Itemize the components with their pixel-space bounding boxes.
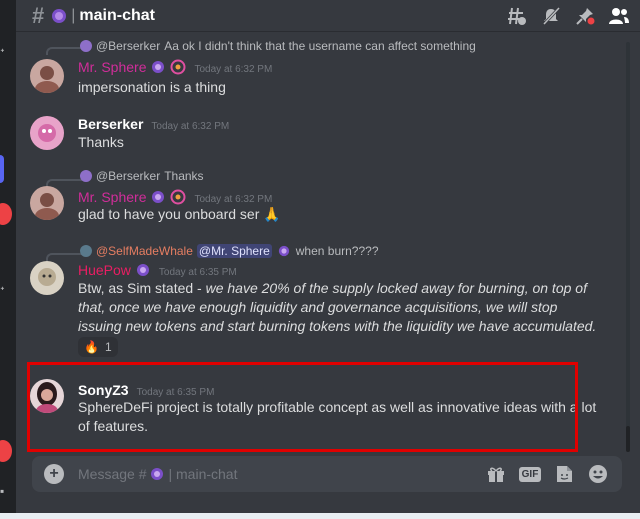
sphere-emoji-icon	[135, 262, 151, 278]
nitro-badge-icon	[170, 189, 186, 205]
server-selected-indicator	[0, 155, 4, 183]
message-input[interactable]: Message # | main-chat	[78, 466, 237, 482]
member-list-icon[interactable]	[608, 5, 630, 27]
message-composer[interactable]: + Message # | main-chat GIF	[32, 456, 622, 492]
reaction-count: 1	[104, 340, 112, 354]
notification-bell-muted-icon[interactable]	[540, 5, 562, 27]
reaction-chip[interactable]: 🔥 1	[78, 337, 118, 357]
placeholder-prefix: Message #	[78, 466, 147, 482]
rail-glyph: ▪	[0, 484, 5, 498]
avatar[interactable]	[30, 186, 64, 220]
reply-text: when burn????	[295, 244, 379, 258]
sphere-emoji-icon	[150, 59, 166, 75]
channel-name: main-chat	[79, 6, 155, 24]
reply-avatar	[80, 245, 92, 257]
hash-icon: #	[32, 2, 45, 28]
channel-header: # | main-chat	[16, 0, 640, 32]
message-content: Thanks	[78, 134, 124, 150]
server-rail: ᐩ ᐩ ▪	[0, 0, 16, 519]
fire-emoji-icon: 🔥	[84, 340, 99, 354]
gif-button[interactable]: GIF	[518, 462, 542, 486]
placeholder-channel: | main-chat	[168, 466, 238, 482]
message-timestamp: Today at 6:32 PM	[194, 194, 273, 205]
rail-glyph: ᐩ	[0, 284, 5, 298]
message-text: glad to have you onboard ser	[78, 206, 260, 222]
message-timestamp: Today at 6:35 PM	[158, 267, 237, 278]
attach-plus-icon[interactable]: +	[44, 464, 64, 484]
sticker-icon[interactable]	[552, 462, 576, 486]
rail-glyph: ᐩ	[0, 46, 5, 60]
reply-preview[interactable]: @Berserker Thanks	[80, 169, 204, 183]
message-author[interactable]: Mr. Sphere	[78, 189, 146, 205]
avatar[interactable]	[30, 261, 64, 295]
message-content: glad to have you onboard ser 🙏	[78, 205, 602, 224]
reply-avatar	[80, 40, 92, 52]
scrollbar-thumb[interactable]	[626, 426, 630, 452]
server-notification-badge[interactable]	[0, 203, 12, 225]
highlight-box	[27, 362, 578, 452]
reply-author[interactable]: @SelfMadeWhale	[96, 244, 193, 258]
sphere-emoji-icon	[150, 189, 166, 205]
reply-text: Thanks	[164, 169, 204, 183]
pin-icon[interactable]	[574, 5, 596, 27]
message-author[interactable]: HuePow	[78, 262, 131, 278]
message-author[interactable]: Berserker	[78, 116, 143, 132]
sphere-emoji-icon	[50, 7, 68, 25]
avatar[interactable]	[30, 116, 64, 150]
sphere-emoji-icon	[276, 243, 292, 259]
message-content: impersonation is a thing	[78, 79, 226, 95]
message-content: Btw, as Sim stated - we have 20% of the …	[78, 279, 602, 336]
reply-author[interactable]: @Berserker	[96, 169, 160, 183]
message-timestamp: Today at 6:32 PM	[194, 64, 273, 75]
avatar[interactable]	[30, 59, 64, 93]
threads-icon[interactable]	[506, 5, 528, 27]
reply-preview[interactable]: @SelfMadeWhale @Mr. Sphere when burn????	[80, 243, 379, 259]
pray-emoji-icon: 🙏	[263, 206, 281, 222]
gif-label: GIF	[518, 466, 542, 482]
reply-text: Aa ok I didn't think that the username c…	[164, 39, 476, 53]
bottom-strip	[0, 513, 640, 519]
message-text: Btw, as Sim stated -	[78, 280, 206, 296]
mention[interactable]: @Mr. Sphere	[196, 244, 272, 258]
message-author[interactable]: Mr. Sphere	[78, 59, 146, 75]
scrollbar-track[interactable]	[626, 42, 630, 452]
gift-icon[interactable]	[484, 462, 508, 486]
message-timestamp: Today at 6:32 PM	[151, 121, 230, 132]
reply-avatar	[80, 170, 92, 182]
reply-author[interactable]: @Berserker	[96, 39, 160, 53]
sphere-emoji-icon	[149, 466, 165, 482]
nitro-badge-icon	[170, 59, 186, 75]
reply-preview[interactable]: @Berserker Aa ok I didn't think that the…	[80, 39, 476, 53]
emoji-picker-icon[interactable]	[586, 462, 610, 486]
server-notification-badge[interactable]	[0, 440, 12, 462]
channel-divider: |	[71, 6, 76, 24]
